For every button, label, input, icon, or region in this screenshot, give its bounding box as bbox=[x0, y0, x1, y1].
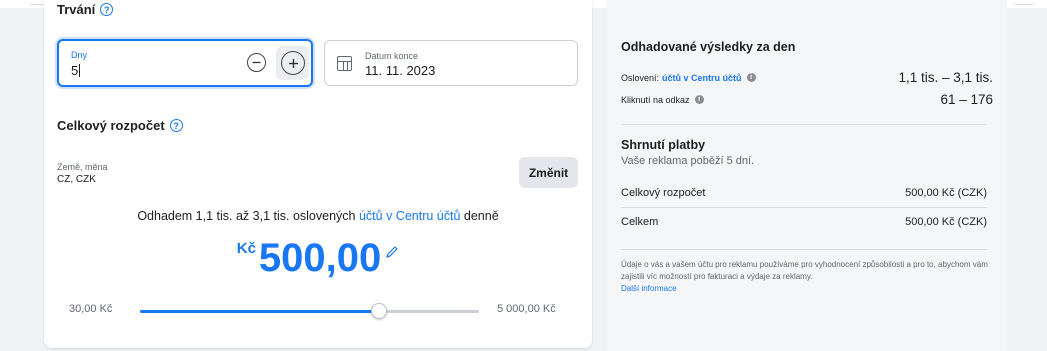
amount-value: 500,00 bbox=[258, 236, 382, 280]
divider bbox=[621, 207, 987, 208]
divider bbox=[621, 124, 987, 125]
text-caret bbox=[79, 64, 81, 77]
end-date-value: 11. 11. 2023 bbox=[365, 63, 436, 78]
data-usage-disclaimer: Údaje o vás a vašem účtu pro reklamu pou… bbox=[621, 259, 993, 295]
currency-symbol: Kč bbox=[236, 240, 256, 257]
disclaimer-text: Údaje o vás a vašem účtu pro reklamu pou… bbox=[621, 260, 988, 281]
country-currency-value: CZ, CZK bbox=[57, 174, 96, 185]
total-row: Celkem 500,00 Kč (CZK) bbox=[621, 216, 987, 228]
pencil-icon[interactable] bbox=[385, 245, 399, 259]
clicks-label-text: Kliknutí na odkaz bbox=[621, 94, 690, 105]
budget-title-text: Celkový rozpočet bbox=[57, 118, 165, 133]
budget-schedule-card: Trvání ? Dny 5 Datum konce 11. 11. 2023 … bbox=[44, 0, 592, 348]
slider-min-label: 30,00 Kč bbox=[69, 303, 113, 315]
days-field-value[interactable]: 5 bbox=[71, 63, 81, 78]
clicks-row: Kliknutí na odkaz i 61 – 176 bbox=[621, 92, 993, 107]
daily-reach-estimate: Odhadem 1,1 tis. až 3,1 tis. oslovených … bbox=[44, 209, 592, 223]
duration-title-text: Trvání bbox=[57, 2, 96, 17]
clicks-value: 61 – 176 bbox=[940, 92, 993, 107]
calendar-icon bbox=[337, 56, 352, 71]
total-label: Celkem bbox=[621, 216, 659, 228]
payment-duration-note: Vaše reklama poběží 5 dní. bbox=[621, 155, 755, 167]
reach-label-text: Oslovení: bbox=[621, 72, 660, 83]
plus-icon bbox=[288, 58, 298, 68]
info-icon[interactable]: i bbox=[746, 73, 756, 82]
end-date-label: Datum konce bbox=[365, 51, 419, 61]
summary-panel: Odhadované výsledky za den Oslovení: účt… bbox=[607, 0, 1007, 351]
learn-more-link[interactable]: Další informace bbox=[621, 283, 993, 295]
payment-summary-title: Shrnutí platby bbox=[621, 138, 706, 152]
slider-max-label: 5 000,00 Kč bbox=[497, 303, 556, 315]
reach-accounts-link[interactable]: účtů v Centru účtů bbox=[662, 73, 742, 83]
help-icon[interactable]: ? bbox=[169, 119, 183, 132]
minus-icon bbox=[252, 61, 261, 64]
days-field-label: Dny bbox=[71, 50, 88, 60]
estimated-results-title: Odhadované výsledky za den bbox=[621, 40, 796, 54]
duration-section-title: Trvání ? bbox=[57, 2, 114, 17]
reach-value: 1,1 tis. – 3,1 tis. bbox=[898, 70, 993, 85]
info-icon[interactable]: i bbox=[694, 95, 704, 104]
reach-label: Oslovení: účtů v Centru účtů i bbox=[621, 73, 756, 83]
country-currency-label: Země, měna bbox=[57, 162, 108, 172]
divider bbox=[621, 249, 987, 250]
total-budget-row: Celkový rozpočet 500,00 Kč (CZK) bbox=[621, 187, 987, 199]
reach-row: Oslovení: účtů v Centru účtů i 1,1 tis. … bbox=[621, 70, 993, 85]
change-country-button[interactable]: Změnit bbox=[519, 157, 578, 188]
end-date-field[interactable]: Datum konce 11. 11. 2023 bbox=[324, 40, 578, 86]
days-value-text: 5 bbox=[71, 63, 79, 78]
days-input-field[interactable]: Dny 5 bbox=[57, 39, 313, 87]
slider-fill bbox=[140, 310, 380, 313]
total-budget-value: 500,00 Kč (CZK) bbox=[905, 187, 987, 199]
budget-amount[interactable]: Kč500,00 bbox=[44, 236, 592, 281]
decrease-days-button[interactable] bbox=[247, 53, 266, 72]
help-icon[interactable]: ? bbox=[100, 3, 114, 16]
estimate-suffix: denně bbox=[463, 209, 499, 223]
slider-thumb[interactable] bbox=[371, 303, 388, 319]
accounts-center-link[interactable]: účtů v Centru účtů bbox=[359, 209, 460, 223]
budget-section-title: Celkový rozpočet ? bbox=[57, 118, 183, 133]
total-budget-label: Celkový rozpočet bbox=[621, 187, 706, 199]
increase-days-button[interactable] bbox=[281, 51, 305, 75]
total-value: 500,00 Kč (CZK) bbox=[905, 216, 987, 228]
clicks-label: Kliknutí na odkaz i bbox=[621, 95, 704, 105]
estimate-prefix: Odhadem 1,1 tis. až 3,1 tis. oslovených bbox=[137, 209, 356, 223]
budget-slider[interactable] bbox=[140, 303, 479, 319]
